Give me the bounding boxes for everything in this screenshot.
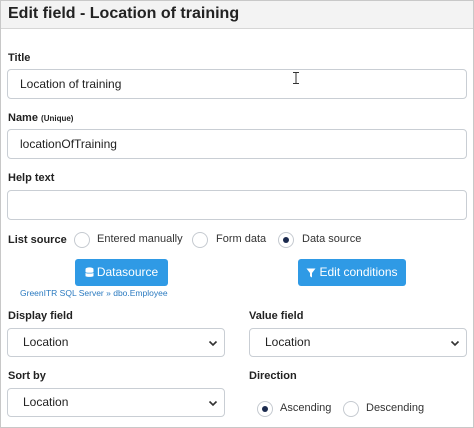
datasource-button[interactable]: Datasource: [75, 259, 168, 286]
dialog-header: Edit field - Location of training: [1, 1, 473, 29]
name-label: Name (Unique): [8, 112, 73, 124]
radio-form-data-label: Form data: [216, 233, 267, 245]
name-unique-hint: (Unique): [41, 114, 74, 123]
dialog-title: Edit field - Location of training: [8, 5, 240, 22]
chevron-down-icon: [450, 340, 460, 347]
radio-form-data[interactable]: [192, 232, 208, 248]
display-field-value: Location: [23, 335, 69, 349]
display-field-select[interactable]: Location: [7, 328, 225, 357]
display-field-label: Display field: [8, 310, 73, 322]
radio-data-source[interactable]: [278, 232, 294, 248]
datasource-button-label: Datasource: [96, 265, 159, 279]
value-field-select[interactable]: Location: [249, 328, 467, 357]
database-icon: [84, 267, 94, 277]
text-cursor-icon: [293, 72, 299, 84]
name-label-text: Name: [8, 112, 38, 124]
name-input[interactable]: locationOfTraining: [7, 129, 467, 159]
direction-label: Direction: [249, 370, 297, 382]
edit-field-dialog: Edit field - Location of training Title …: [0, 0, 474, 428]
edit-conditions-button-label: Edit conditions: [319, 265, 398, 279]
radio-ascending[interactable]: [257, 401, 273, 417]
radio-entered-manually[interactable]: [74, 232, 90, 248]
help-text-label: Help text: [8, 172, 55, 184]
radio-descending-label: Descending: [366, 402, 425, 414]
title-input[interactable]: Location of training: [7, 69, 467, 99]
radio-data-source-label: Data source: [302, 233, 362, 245]
chevron-down-icon: [208, 400, 218, 407]
chevron-down-icon: [208, 340, 218, 347]
radio-ascending-label: Ascending: [280, 402, 332, 414]
edit-conditions-button[interactable]: Edit conditions: [298, 259, 406, 286]
radio-descending[interactable]: [343, 401, 359, 417]
value-field-label: Value field: [249, 310, 304, 322]
sort-by-select[interactable]: Location: [7, 388, 225, 417]
sort-by-value: Location: [23, 395, 69, 409]
list-source-label: List source: [8, 234, 67, 246]
title-label: Title: [8, 52, 31, 64]
datasource-link[interactable]: GreenITR SQL Server » dbo.Employee: [20, 288, 168, 298]
radio-entered-manually-label: Entered manually: [97, 233, 183, 245]
sort-by-label: Sort by: [8, 370, 46, 382]
help-text-input[interactable]: [7, 190, 467, 220]
filter-icon: [306, 268, 316, 278]
value-field-value: Location: [265, 335, 311, 349]
